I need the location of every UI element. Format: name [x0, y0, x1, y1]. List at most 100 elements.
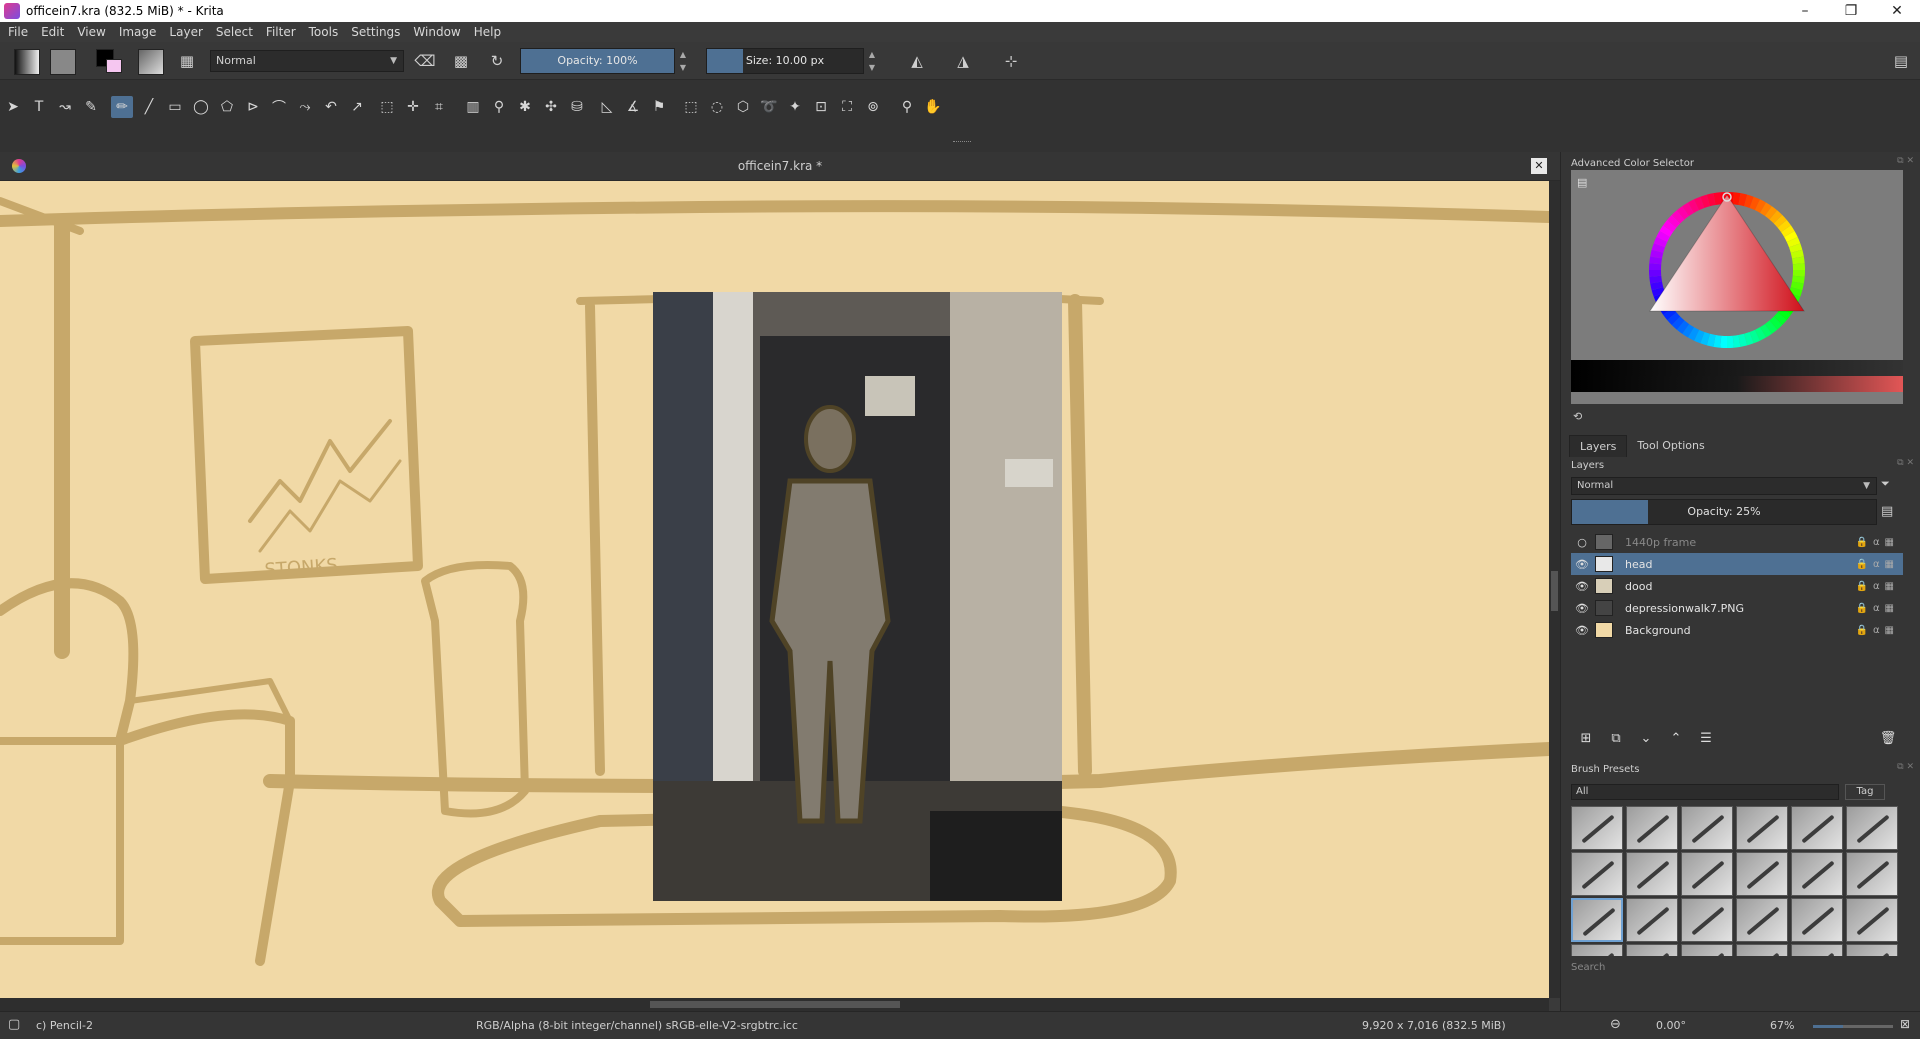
menu-filter[interactable]: Filter [266, 25, 296, 39]
vertical-scroll-thumb[interactable] [1551, 571, 1558, 611]
shade-strip-2[interactable] [1571, 376, 1903, 392]
layer-lock-alpha-icons[interactable]: 🔒α▦ [1856, 603, 1904, 614]
delete-layer-icon[interactable]: 🗑 [1873, 731, 1903, 746]
layer-visibility-eye-icon[interactable]: 👁 [1571, 558, 1593, 571]
layer-row-dood[interactable]: 👁 dood 🔒α▦ [1571, 575, 1903, 597]
pattern-preset-button[interactable] [50, 49, 76, 75]
brush-preset-tile[interactable] [1736, 806, 1788, 850]
horizontal-scrollbar[interactable] [0, 998, 1549, 1011]
zoom-tool-icon[interactable]: ⚲ [896, 96, 918, 118]
menu-window[interactable]: Window [413, 25, 460, 39]
layer-row-depressionwalk7[interactable]: 👁 depressionwalk7.PNG 🔒α▦ [1571, 597, 1903, 619]
eraser-mode-icon[interactable]: ⌫ [414, 50, 436, 72]
brush-preset-tile[interactable] [1736, 852, 1788, 896]
preset-search-input[interactable]: Search [1571, 962, 1903, 978]
tab-layers[interactable]: Layers [1569, 435, 1628, 457]
minimize-button[interactable]: – [1782, 0, 1828, 22]
rectangle-tool-icon[interactable]: ▭ [164, 96, 186, 118]
gradient-tool-icon[interactable]: ▥ [462, 96, 484, 118]
ellipse-tool-icon[interactable]: ◯ [190, 96, 212, 118]
layer-lock-alpha-icons[interactable]: 🔒α▦ [1856, 581, 1904, 592]
move-tool-icon[interactable]: ✛ [402, 96, 424, 118]
brush-preset-tile[interactable] [1681, 806, 1733, 850]
opacity-spin-arrows[interactable]: ▲ ▼ [677, 48, 689, 74]
layer-blend-dropdown[interactable]: Normal ▼ [1571, 477, 1877, 495]
docker-menu-icon[interactable]: ▤ [1890, 50, 1912, 72]
mirror-vertical-icon[interactable]: ◮ [952, 50, 974, 72]
brush-preset-tile[interactable] [1626, 852, 1678, 896]
text-tool-icon[interactable]: T [28, 96, 50, 118]
layer-row-head[interactable]: 👁 head 🔒α▦ [1571, 553, 1903, 575]
brush-preset-tile[interactable] [1681, 852, 1733, 896]
size-spin-arrows[interactable]: ▲ ▼ [866, 48, 878, 74]
brush-preset-tile[interactable] [1846, 944, 1898, 956]
brush-preset-tile[interactable] [1791, 944, 1843, 956]
polygonal-selection-icon[interactable]: ⬡ [732, 96, 754, 118]
brush-preset-tile[interactable] [1681, 898, 1733, 942]
presets-float-close-icons[interactable]: ⧉ ✕ [1897, 762, 1914, 772]
freehand-selection-icon[interactable]: ➰ [758, 96, 780, 118]
brush-preset-tile[interactable] [1626, 898, 1678, 942]
layers-float-close-icons[interactable]: ⧉ ✕ [1897, 458, 1914, 468]
layer-opacity-slider[interactable]: Opacity: 25% [1571, 499, 1877, 525]
gradient-preset-button[interactable] [14, 49, 40, 75]
menu-layer[interactable]: Layer [169, 25, 202, 39]
measure-tool-icon[interactable]: ∡ [622, 96, 644, 118]
size-slider[interactable]: Size: 10.00 px [706, 48, 864, 74]
elliptical-selection-icon[interactable]: ◌ [706, 96, 728, 118]
magnetic-selection-icon[interactable]: ⊚ [862, 96, 884, 118]
add-layer-icon[interactable]: ⊞ [1571, 731, 1601, 746]
brush-preset-button[interactable] [138, 49, 164, 75]
similar-color-selection-icon[interactable]: ⊡ [810, 96, 832, 118]
color-wheel[interactable] [1571, 170, 1903, 360]
wrap-around-icon[interactable]: ⊹ [1000, 50, 1022, 72]
bezier-selection-icon[interactable]: ⛶ [836, 96, 858, 118]
brush-preset-tile[interactable] [1571, 852, 1623, 896]
menu-file[interactable]: File [8, 25, 28, 39]
advanced-color-selector[interactable]: ▤ [1571, 170, 1903, 404]
brush-preset-tile[interactable] [1791, 898, 1843, 942]
duplicate-layer-icon[interactable]: ⧉ [1601, 731, 1631, 746]
opacity-slider[interactable]: Opacity: 100% [520, 48, 675, 74]
colorize-mask-tool-icon[interactable]: ✣ [540, 96, 562, 118]
menu-image[interactable]: Image [119, 25, 157, 39]
layer-row-1440p-frame[interactable]: ○ 1440p frame 🔒α▦ [1571, 531, 1903, 553]
brush-preset-tile[interactable] [1791, 806, 1843, 850]
tab-tool-options[interactable]: Tool Options [1627, 435, 1714, 457]
transform-tool-icon[interactable]: ⬚ [376, 96, 398, 118]
brush-preset-tile[interactable] [1736, 898, 1788, 942]
layer-properties-icon[interactable]: ▤ [1881, 504, 1893, 519]
menu-edit[interactable]: Edit [41, 25, 64, 39]
rotation-icon[interactable]: ⊖ [1610, 1017, 1621, 1032]
crop-tool-icon[interactable]: ⌗ [428, 96, 450, 118]
shade-strip-1[interactable] [1571, 360, 1903, 376]
preset-filter-dropdown[interactable]: All [1571, 784, 1839, 800]
menu-select[interactable]: Select [216, 25, 253, 39]
restore-button[interactable]: ❐ [1828, 0, 1874, 22]
close-document-icon[interactable]: ✕ [1531, 158, 1547, 174]
docker-float-close-icons[interactable]: ⧉ ✕ [1897, 156, 1914, 166]
layer-properties-sliders-icon[interactable]: ☰ [1691, 731, 1721, 746]
layer-filter-icon[interactable]: ⏷ [1881, 477, 1890, 491]
polyline-tool-icon[interactable]: ⊳ [242, 96, 264, 118]
layer-lock-alpha-icons[interactable]: 🔒α▦ [1856, 537, 1904, 548]
layer-lock-alpha-icons[interactable]: 🔒α▦ [1856, 625, 1904, 636]
brush-preset-tile[interactable] [1846, 898, 1898, 942]
freehand-path-tool-icon[interactable]: ⤳ [294, 96, 316, 118]
brush-preset-tile[interactable] [1681, 944, 1733, 956]
reload-preset-icon[interactable]: ↻ [486, 50, 508, 72]
mirror-horizontal-icon[interactable]: ◭ [906, 50, 928, 72]
polygon-tool-icon[interactable]: ⬠ [216, 96, 238, 118]
toolbox-grip[interactable] [953, 141, 971, 144]
blend-mode-dropdown[interactable]: Normal ▼ [210, 50, 404, 72]
calligraphy-tool-icon[interactable]: ✎ [80, 96, 102, 118]
brush-preset-tile[interactable] [1571, 898, 1623, 942]
layer-visibility-eye-icon[interactable]: 👁 [1571, 580, 1593, 593]
edit-shapes-tool-icon[interactable]: ↝ [54, 96, 76, 118]
drawing-canvas[interactable]: STONKS [0, 181, 1549, 998]
pan-tool-icon[interactable]: ✋ [922, 96, 944, 118]
brush-preset-tile[interactable] [1846, 806, 1898, 850]
background-color-swatch[interactable] [106, 59, 122, 73]
menu-view[interactable]: View [77, 25, 105, 39]
assistant-tool-icon[interactable]: ◺ [596, 96, 618, 118]
